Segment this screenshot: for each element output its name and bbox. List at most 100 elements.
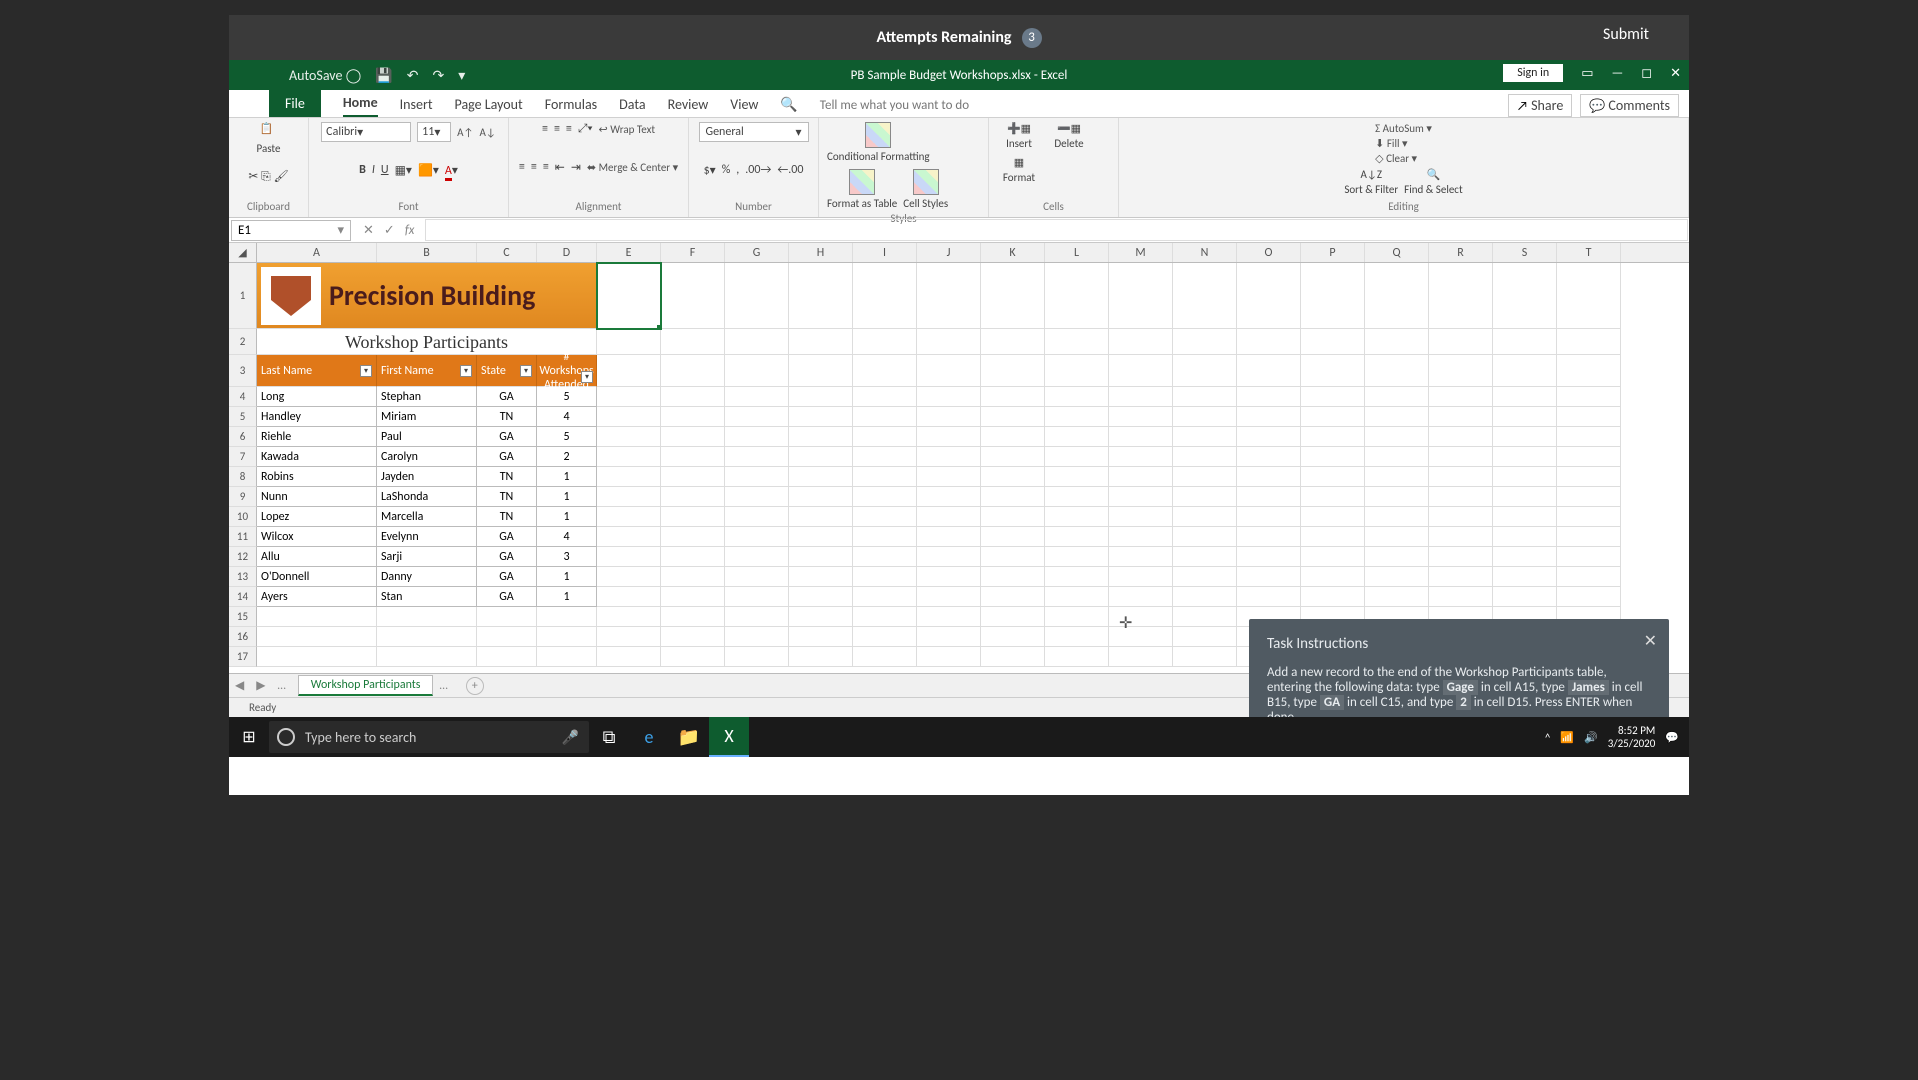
cell[interactable] — [1237, 387, 1301, 407]
align-left-icon[interactable]: ≡ — [519, 160, 525, 174]
row-header[interactable]: 12 — [229, 547, 257, 567]
cell[interactable] — [537, 607, 597, 627]
col-header-T[interactable]: T — [1557, 243, 1621, 262]
cell[interactable] — [981, 527, 1045, 547]
cell[interactable] — [257, 607, 377, 627]
accounting-icon[interactable]: $▾ — [704, 163, 716, 178]
table-cell[interactable]: GA — [477, 427, 537, 447]
cell[interactable] — [981, 263, 1045, 329]
col-header-F[interactable]: F — [661, 243, 725, 262]
cell[interactable] — [1557, 527, 1621, 547]
fill-button[interactable]: ⬇ Fill ▾ — [1375, 137, 1407, 150]
cell[interactable] — [1365, 427, 1429, 447]
autosum-button[interactable]: Σ AutoSum ▾ — [1375, 122, 1432, 135]
cell[interactable] — [1365, 355, 1429, 387]
redo-icon[interactable]: ↷ — [432, 67, 444, 84]
cell[interactable] — [1045, 507, 1109, 527]
table-cell[interactable]: Stan — [377, 587, 477, 607]
cell[interactable] — [917, 507, 981, 527]
cell[interactable] — [661, 527, 725, 547]
cell[interactable] — [1365, 329, 1429, 355]
cell[interactable] — [1237, 527, 1301, 547]
cell[interactable] — [1237, 407, 1301, 427]
select-all-corner[interactable]: ◢ — [229, 243, 257, 262]
row-header[interactable]: 7 — [229, 447, 257, 467]
cell[interactable] — [1301, 263, 1365, 329]
cell[interactable] — [1365, 527, 1429, 547]
table-cell[interactable]: Allu — [257, 547, 377, 567]
company-title-cell[interactable]: Precision Building — [257, 263, 597, 329]
cell[interactable] — [1429, 387, 1493, 407]
cell[interactable] — [1045, 407, 1109, 427]
cell[interactable] — [853, 587, 917, 607]
cell[interactable] — [1237, 567, 1301, 587]
table-cell[interactable]: 4 — [537, 527, 597, 547]
cell[interactable] — [725, 355, 789, 387]
row-header[interactable]: 11 — [229, 527, 257, 547]
cell[interactable] — [661, 329, 725, 355]
format-painter-icon[interactable]: 🖌 — [273, 170, 288, 184]
cell[interactable] — [257, 627, 377, 647]
worksheet-grid[interactable]: ◢ ABCDEFGHIJKLMNOPQRST 1Precision Buildi… — [229, 243, 1689, 673]
table-cell[interactable]: Sarji — [377, 547, 477, 567]
cell[interactable] — [1557, 387, 1621, 407]
row-header[interactable]: 16 — [229, 627, 257, 647]
cell[interactable] — [377, 607, 477, 627]
cell[interactable] — [1237, 587, 1301, 607]
number-format-select[interactable]: General▾ — [699, 122, 809, 142]
table-cell[interactable]: Carolyn — [377, 447, 477, 467]
cell[interactable] — [377, 627, 477, 647]
cell[interactable] — [1429, 547, 1493, 567]
cell[interactable] — [917, 407, 981, 427]
cell[interactable] — [789, 329, 853, 355]
font-size-input[interactable]: 11 ▾ — [417, 122, 451, 142]
cell[interactable] — [1109, 567, 1173, 587]
cell[interactable] — [1429, 355, 1493, 387]
cell[interactable] — [1429, 427, 1493, 447]
table-cell[interactable]: GA — [477, 587, 537, 607]
cell[interactable] — [1301, 355, 1365, 387]
col-header-O[interactable]: O — [1237, 243, 1301, 262]
table-cell[interactable]: GA — [477, 447, 537, 467]
cell[interactable] — [1173, 487, 1237, 507]
cell[interactable] — [853, 355, 917, 387]
cell[interactable] — [597, 567, 661, 587]
cell[interactable] — [1301, 527, 1365, 547]
cell[interactable] — [981, 587, 1045, 607]
col-header-S[interactable]: S — [1493, 243, 1557, 262]
table-cell[interactable]: Wilcox — [257, 527, 377, 547]
cell[interactable] — [1493, 355, 1557, 387]
table-cell[interactable]: 2 — [537, 447, 597, 467]
cell[interactable] — [1557, 587, 1621, 607]
tab-formulas[interactable]: Formulas — [545, 96, 597, 117]
cell[interactable] — [725, 527, 789, 547]
table-cell[interactable]: 1 — [537, 567, 597, 587]
col-header-J[interactable]: J — [917, 243, 981, 262]
cell[interactable] — [1237, 467, 1301, 487]
qat-customize-icon[interactable]: ▾ — [458, 67, 465, 84]
filter-dropdown-icon[interactable]: ▾ — [460, 365, 472, 377]
start-button[interactable]: ⊞ — [229, 727, 269, 747]
cell[interactable] — [1493, 487, 1557, 507]
col-header-E[interactable]: E — [597, 243, 661, 262]
cell[interactable] — [789, 407, 853, 427]
cell[interactable] — [981, 355, 1045, 387]
cell[interactable] — [1109, 407, 1173, 427]
table-cell[interactable]: 1 — [537, 467, 597, 487]
edge-icon[interactable]: e — [629, 717, 669, 757]
cell[interactable] — [917, 329, 981, 355]
col-header-H[interactable]: H — [789, 243, 853, 262]
cell[interactable] — [477, 607, 537, 627]
cell[interactable] — [1237, 447, 1301, 467]
cell[interactable] — [1301, 447, 1365, 467]
table-cell[interactable]: GA — [477, 567, 537, 587]
cell[interactable] — [1429, 507, 1493, 527]
cell[interactable] — [725, 607, 789, 627]
cell[interactable] — [1557, 263, 1621, 329]
cell[interactable] — [597, 627, 661, 647]
cell[interactable] — [597, 647, 661, 667]
cell[interactable] — [1493, 329, 1557, 355]
close-icon[interactable]: ✕ — [1670, 66, 1681, 81]
cell[interactable] — [1237, 329, 1301, 355]
cell[interactable] — [725, 447, 789, 467]
